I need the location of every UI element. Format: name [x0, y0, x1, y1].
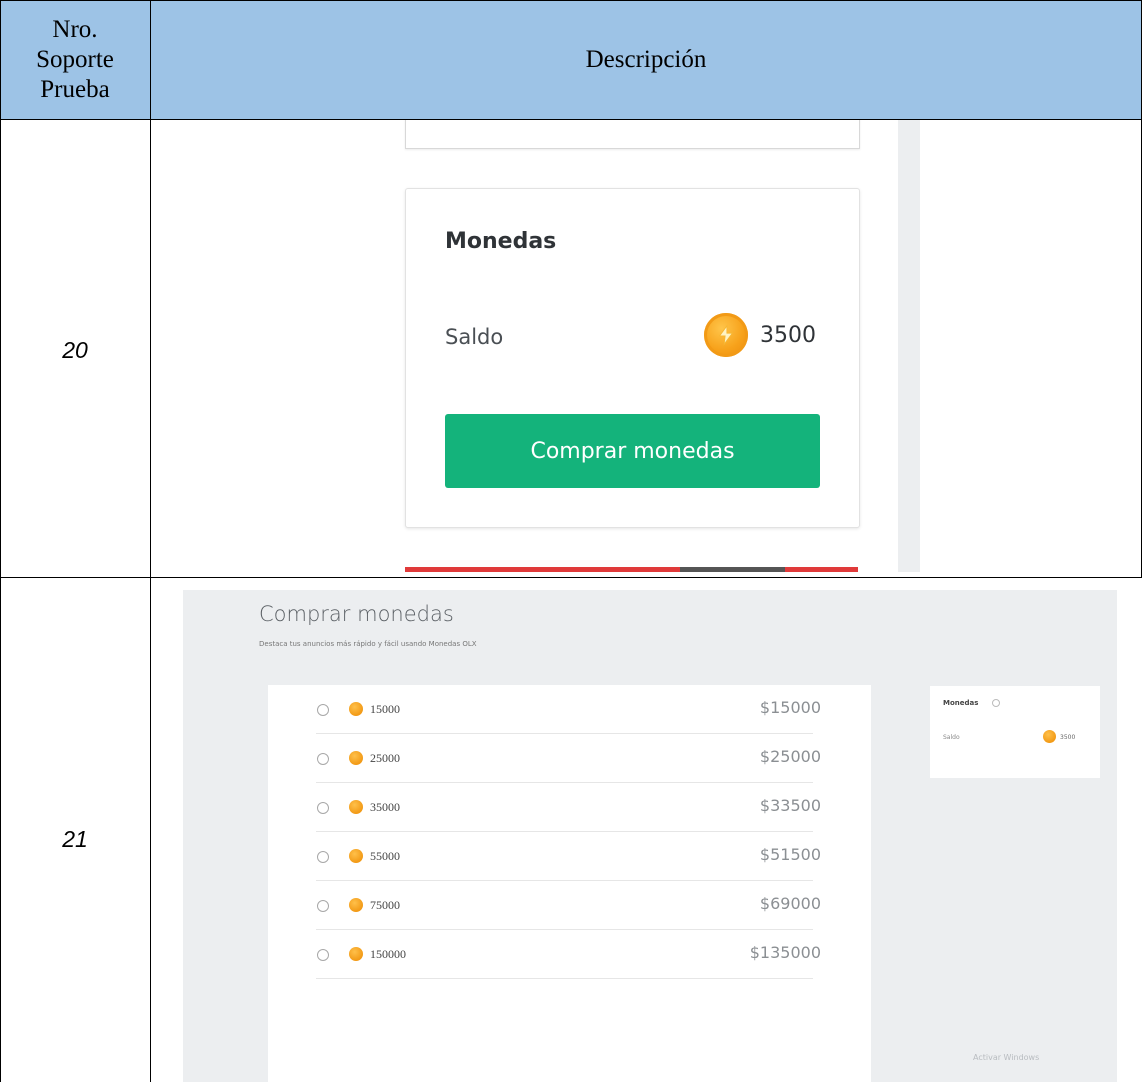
- pack-amount: 25000: [370, 751, 400, 765]
- pack-amount: 55000: [370, 849, 400, 863]
- coin-pack-row[interactable]: 55000 $51500: [268, 832, 871, 881]
- balance-side-card: Monedas Saldo 3500: [930, 686, 1100, 778]
- balance-screenshot: Monedas Saldo 3500 Comprar monedas: [380, 120, 920, 572]
- pack-price: $33500: [759, 796, 821, 815]
- coin-icon: [349, 751, 363, 765]
- pack-price: $51500: [759, 845, 821, 864]
- coin-pack-row[interactable]: 75000 $69000: [268, 881, 871, 930]
- pack-price: $15000: [759, 698, 821, 717]
- purchase-screenshot: Comprar monedas Destaca tus anuncios más…: [183, 590, 1117, 1082]
- pack-price: $25000: [759, 747, 821, 766]
- pack-radio[interactable]: [317, 851, 329, 863]
- side-card-title: Monedas: [943, 699, 979, 707]
- coin-pack-row[interactable]: 15000 $15000: [268, 685, 871, 734]
- coin-pack-row[interactable]: 25000 $25000: [268, 734, 871, 783]
- coin-icon: [349, 898, 363, 912]
- pack-radio[interactable]: [317, 802, 329, 814]
- pack-amount: 35000: [370, 800, 400, 814]
- row-number-20: 20: [62, 337, 88, 363]
- header-number-line-3: Prueba: [40, 75, 110, 103]
- pack-amount: 150000: [370, 947, 406, 961]
- coin-pack-row[interactable]: 150000 $135000: [268, 930, 871, 979]
- row-divider: [316, 978, 813, 979]
- header-description: Descripción: [585, 45, 707, 73]
- header-number-line-1: Nro.: [52, 15, 98, 43]
- activate-windows-watermark: Activar Windows: [973, 1053, 1040, 1062]
- coin-icon: [349, 947, 363, 961]
- table-border-row: [0, 577, 1142, 578]
- pack-amount: 15000: [370, 702, 400, 716]
- lightning-coin-icon: [704, 313, 748, 357]
- table-border-column: [150, 0, 151, 1082]
- pack-radio[interactable]: [317, 753, 329, 765]
- pack-radio[interactable]: [317, 704, 329, 716]
- purchase-page-subtitle: Destaca tus anuncios más rápido y fácil …: [259, 640, 477, 648]
- pack-radio[interactable]: [317, 949, 329, 961]
- pack-amount: 75000: [370, 898, 400, 912]
- balance-value: 3500: [760, 323, 816, 348]
- purchase-page-title: Comprar monedas: [259, 602, 454, 626]
- row-number-21: 21: [62, 826, 88, 852]
- previous-card: [405, 120, 860, 149]
- scrollbar-track: [898, 120, 920, 572]
- coins-card: Monedas Saldo 3500 Comprar monedas: [405, 188, 860, 528]
- next-section-bar: [405, 567, 858, 572]
- side-balance-label: Saldo: [943, 734, 960, 741]
- coin-icon: [349, 702, 363, 716]
- header-number-cell: Nro. Soporte Prueba: [0, 0, 150, 119]
- header-description-cell: Descripción: [150, 0, 1142, 119]
- table-border-top: [0, 0, 1142, 1]
- header-number-line-2: Soporte: [36, 45, 114, 73]
- table-border-left: [0, 0, 1, 1082]
- table-header-row: Nro. Soporte Prueba Descripción: [0, 0, 1142, 119]
- balance-label: Saldo: [445, 325, 504, 349]
- coin-icon: [349, 800, 363, 814]
- pack-price: $135000: [749, 943, 821, 962]
- next-section-bar-segment: [680, 567, 785, 572]
- pack-radio[interactable]: [317, 900, 329, 912]
- coins-card-title: Monedas: [445, 229, 557, 254]
- buy-coins-button[interactable]: Comprar monedas: [445, 414, 820, 488]
- coin-pack-row[interactable]: 35000 $33500: [268, 783, 871, 832]
- pack-price: $69000: [759, 894, 821, 913]
- side-balance-value: 3500: [1060, 734, 1076, 741]
- coin-icon: [1043, 730, 1056, 743]
- coin-icon: [349, 849, 363, 863]
- info-icon[interactable]: [992, 699, 1000, 707]
- coin-packs-list: 15000 $15000 25000 $25000 35000 $33500 5…: [268, 685, 871, 1082]
